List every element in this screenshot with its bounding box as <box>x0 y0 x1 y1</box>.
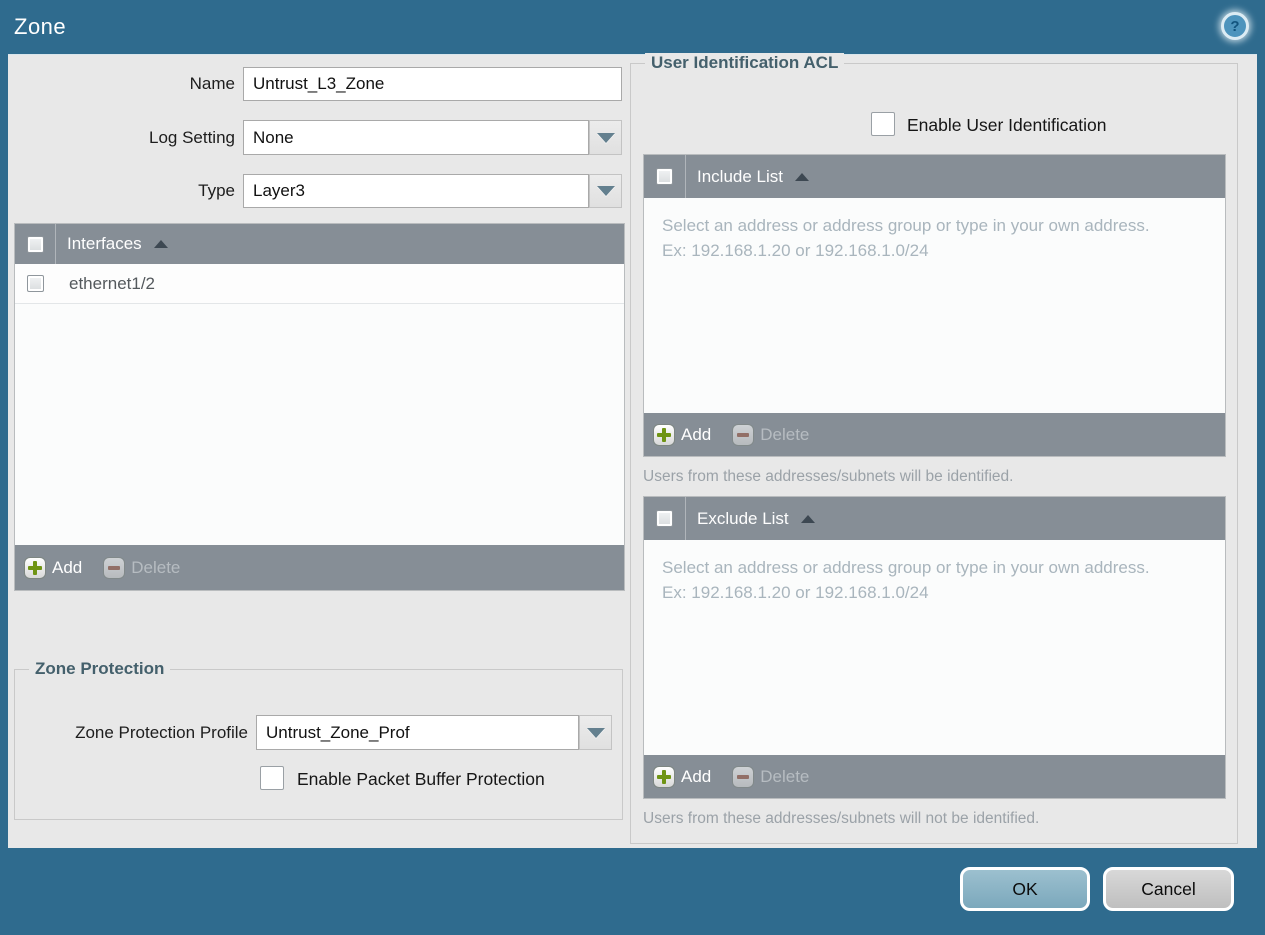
delete-button[interactable]: Delete <box>733 766 809 787</box>
type-dropdown-button[interactable] <box>589 174 622 208</box>
include-list-placeholder: Select an address or address group or ty… <box>662 216 1150 260</box>
minus-icon <box>733 766 754 787</box>
exclude-list-header[interactable]: Exclude List <box>644 497 1225 540</box>
interfaces-table-header[interactable]: Interfaces <box>15 224 624 264</box>
sort-asc-icon <box>800 514 815 523</box>
select-all-checkbox[interactable] <box>656 510 673 527</box>
minus-icon <box>104 557 125 578</box>
enable-user-identification-checkbox[interactable] <box>871 112 895 136</box>
zone-protection-profile-dropdown-button[interactable] <box>579 715 612 750</box>
chevron-down-icon <box>586 727 605 738</box>
sort-asc-icon <box>795 172 809 181</box>
exclude-list-table: Exclude List Select an address or addres… <box>643 496 1226 799</box>
user-identification-section: User Identification ACL Enable User Iden… <box>630 53 1238 844</box>
exclude-list-footer: Add Delete <box>644 755 1225 798</box>
interfaces-table: Interfaces ethernet1/2 Add Delete <box>14 223 625 591</box>
ok-button[interactable]: OK <box>960 867 1090 911</box>
help-icon[interactable]: ? <box>1221 12 1249 40</box>
interfaces-table-footer: Add Delete <box>15 545 624 590</box>
row-checkbox[interactable] <box>27 275 44 292</box>
type-label: Type <box>198 181 235 200</box>
include-list-footer: Add Delete <box>644 413 1225 456</box>
select-all-checkbox[interactable] <box>26 235 44 253</box>
table-row[interactable]: ethernet1/2 <box>15 264 624 304</box>
zone-protection-profile-label: Zone Protection Profile <box>75 723 248 742</box>
sort-asc-icon <box>153 240 168 248</box>
interfaces-column-header: Interfaces <box>67 234 142 253</box>
add-button[interactable]: Add <box>25 557 82 578</box>
dialog-body: Name Log Setting Type Interfaces <box>8 53 1257 848</box>
cancel-button[interactable]: Cancel <box>1103 867 1234 911</box>
add-button[interactable]: Add <box>654 424 711 445</box>
include-list-caption: Users from these addresses/subnets will … <box>643 468 1014 485</box>
delete-button[interactable]: Delete <box>104 557 180 578</box>
packet-buffer-protection-checkbox[interactable] <box>260 766 284 790</box>
name-label: Name <box>189 74 235 93</box>
chevron-down-icon <box>596 186 615 196</box>
include-list-header[interactable]: Include List <box>644 155 1225 198</box>
add-button[interactable]: Add <box>654 766 711 787</box>
dialog-titlebar: Zone ? <box>0 0 1265 54</box>
plus-icon <box>25 557 45 578</box>
exclude-list-body[interactable]: Select an address or address group or ty… <box>644 540 1225 755</box>
user-identification-legend: User Identification ACL <box>645 53 845 73</box>
log-setting-dropdown-button[interactable] <box>589 120 622 155</box>
plus-icon <box>654 424 674 445</box>
exclude-list-caption: Users from these addresses/subnets will … <box>643 810 1040 827</box>
minus-icon <box>733 424 754 445</box>
dialog-title: Zone <box>14 14 67 39</box>
include-list-body[interactable]: Select an address or address group or ty… <box>644 198 1225 413</box>
zone-protection-profile-input[interactable] <box>256 715 579 750</box>
plus-icon <box>654 766 674 787</box>
log-setting-input[interactable] <box>243 120 589 155</box>
zone-dialog: Zone ? Name Log Setting Type Interfaces <box>0 0 1265 935</box>
enable-user-identification-label: Enable User Identification <box>907 115 1107 135</box>
select-all-checkbox[interactable] <box>656 168 673 185</box>
delete-button[interactable]: Delete <box>733 424 809 445</box>
log-setting-label: Log Setting <box>148 128 235 147</box>
exclude-list-column-header: Exclude List <box>697 508 789 528</box>
packet-buffer-protection-label: Enable Packet Buffer Protection <box>297 769 545 789</box>
interface-name: ethernet1/2 <box>69 273 156 293</box>
include-list-table: Include List Select an address or addres… <box>643 154 1226 457</box>
include-list-column-header: Include List <box>697 166 783 186</box>
name-input[interactable] <box>243 67 622 101</box>
zone-protection-legend: Zone Protection <box>29 659 171 679</box>
interfaces-table-body: ethernet1/2 <box>15 264 624 545</box>
exclude-list-placeholder: Select an address or address group or ty… <box>662 558 1150 602</box>
chevron-down-icon <box>596 132 615 143</box>
type-input[interactable] <box>243 174 589 208</box>
zone-protection-section: Zone Protection Zone Protection Profile … <box>14 659 623 820</box>
